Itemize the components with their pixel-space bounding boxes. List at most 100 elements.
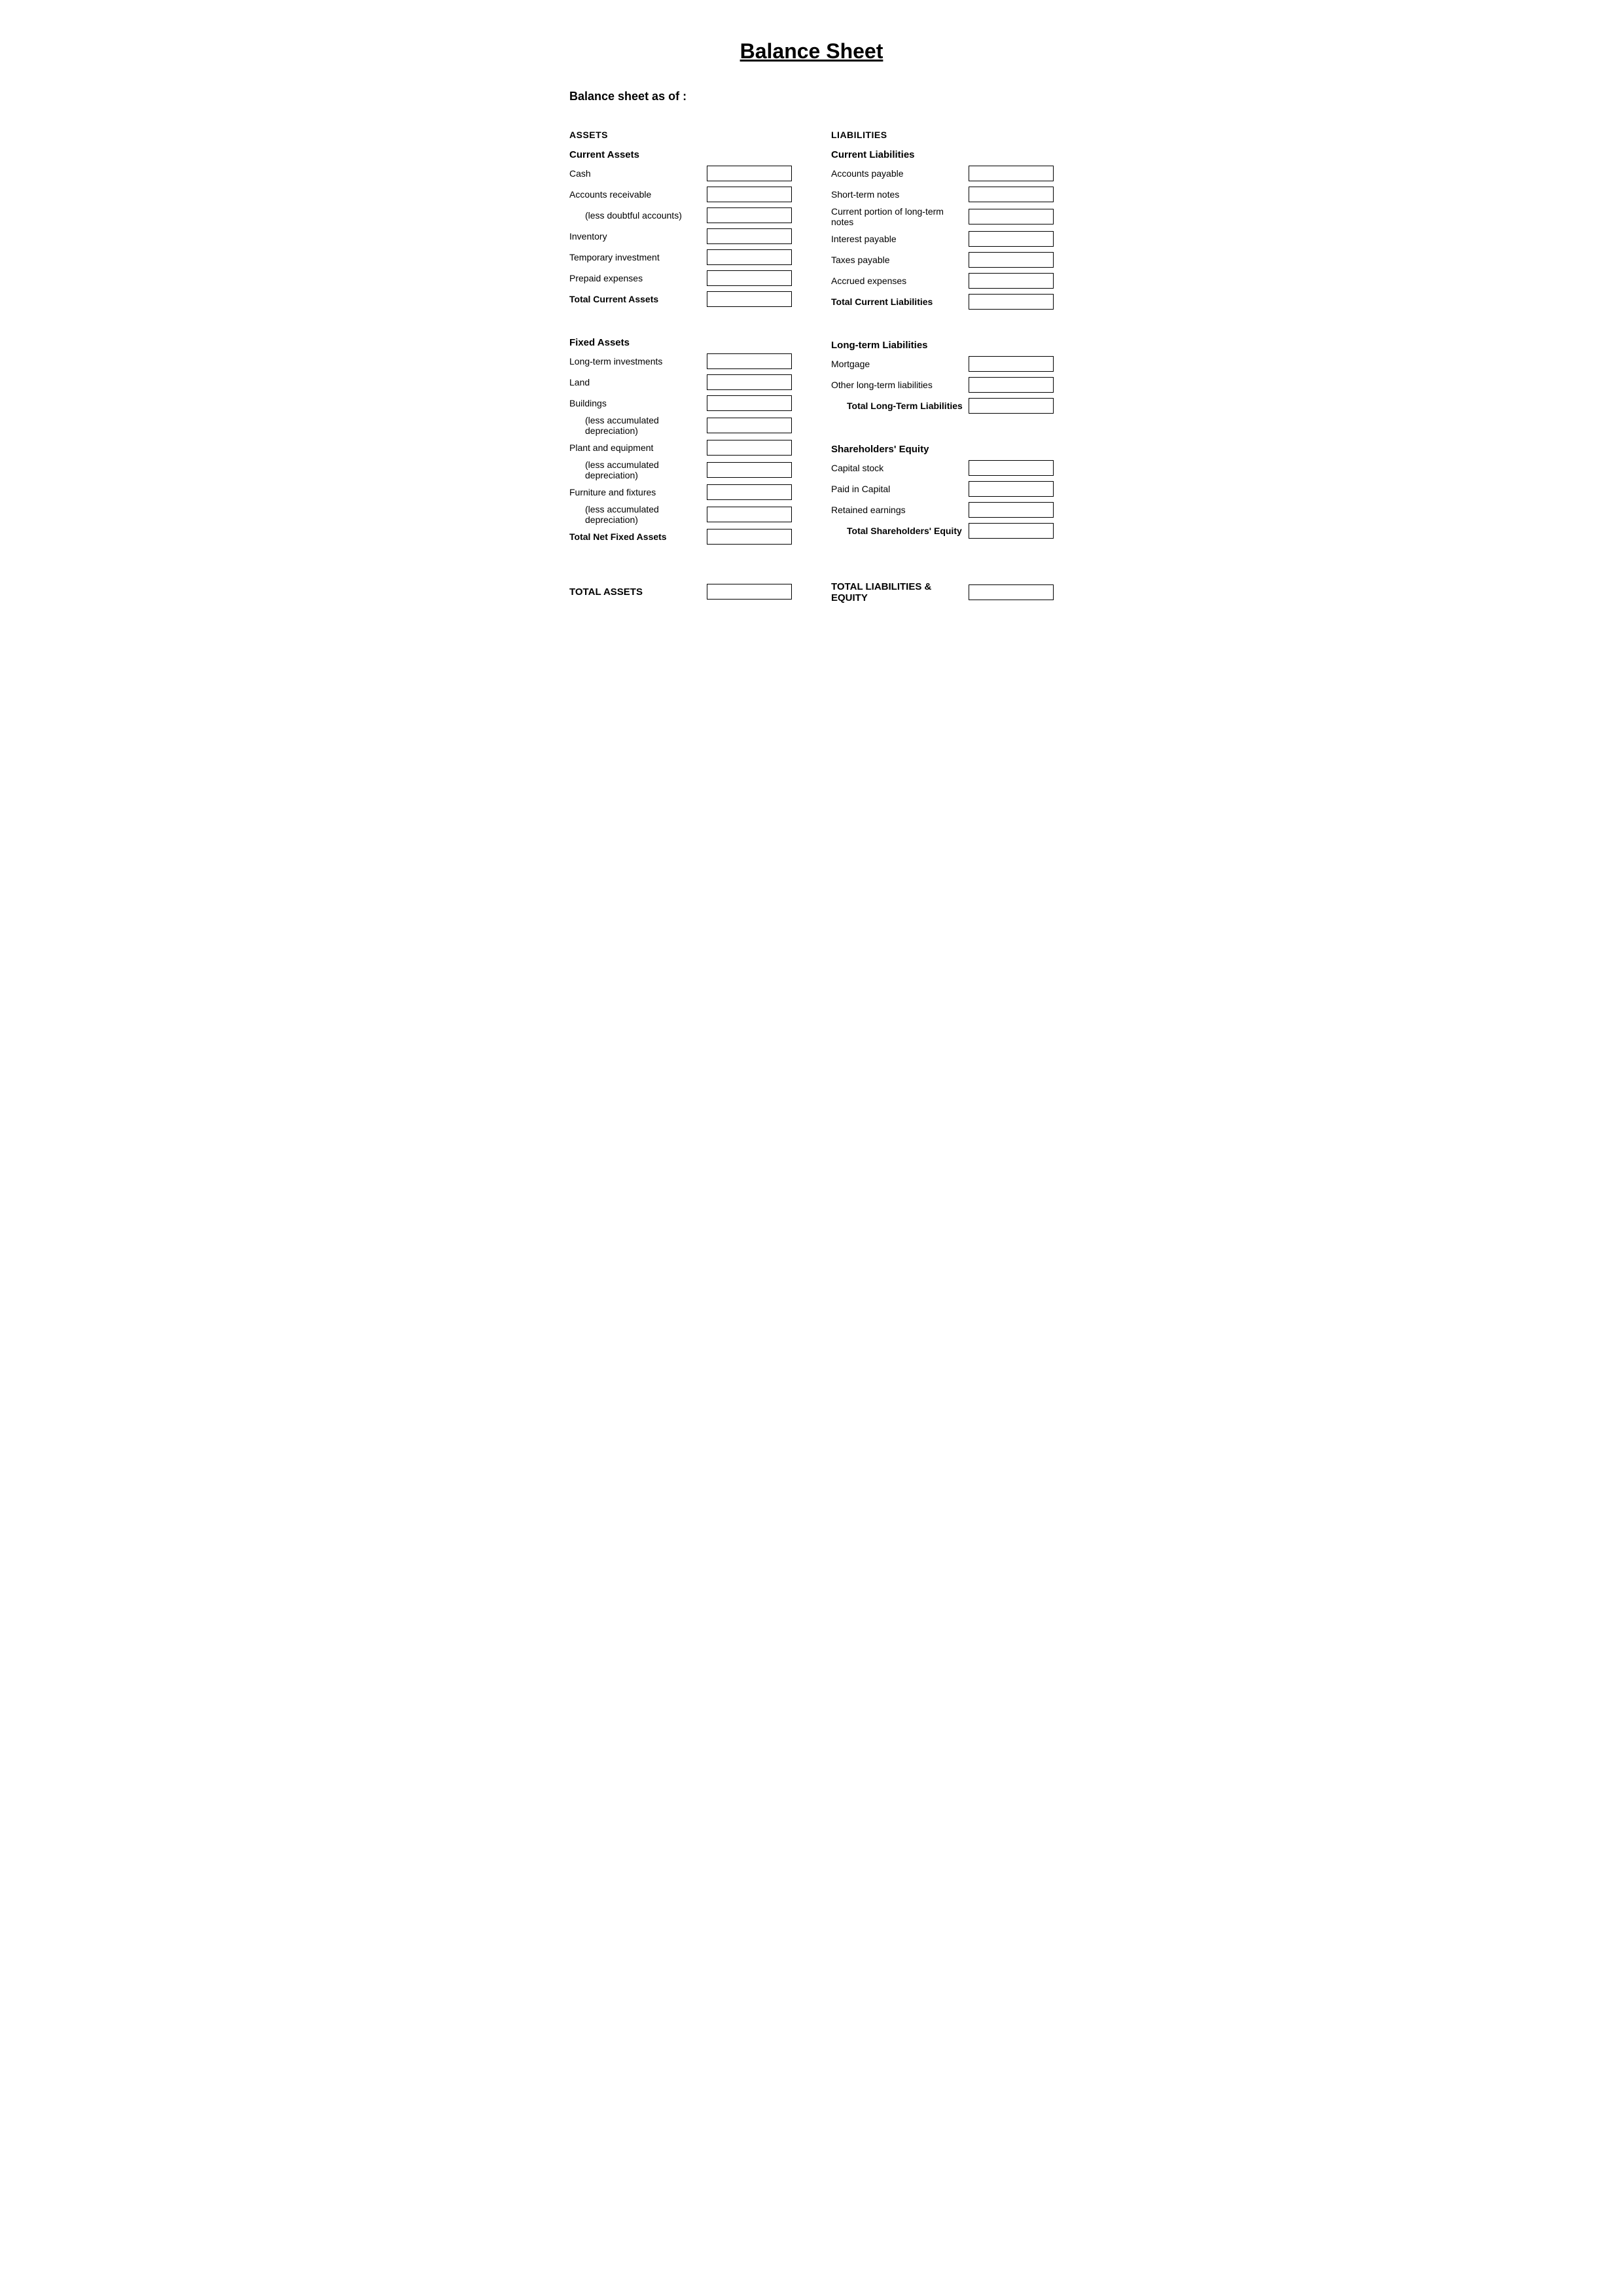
accrued-expenses-input[interactable] xyxy=(969,273,1054,289)
temporary-investment-row: Temporary investment xyxy=(569,248,792,266)
total-assets-section: TOTAL ASSETS xyxy=(569,568,812,603)
less-doubtful-label: (less doubtful accounts) xyxy=(569,210,707,221)
total-shareholders-equity-input[interactable] xyxy=(969,523,1054,539)
total-liabilities-equity-row: TOTAL LIABILITIES & EQUITY xyxy=(831,581,1054,603)
land-row: Land xyxy=(569,373,792,391)
total-shareholders-equity-row: Total Shareholders' Equity xyxy=(831,522,1054,540)
capital-stock-input[interactable] xyxy=(969,460,1054,476)
buildings-label: Buildings xyxy=(569,398,707,408)
current-portion-longterm-input[interactable] xyxy=(969,209,1054,224)
current-portion-longterm-row: Current portion of long-term notes xyxy=(831,206,1054,227)
current-assets-header: Current Assets xyxy=(569,149,792,160)
less-accum-dep-buildings-row: (less accumulated depreciation) xyxy=(569,415,792,436)
inventory-row: Inventory xyxy=(569,227,792,245)
less-accum-dep-buildings-label: (less accumulated depreciation) xyxy=(569,415,707,436)
other-longterm-liabilities-row: Other long-term liabilities xyxy=(831,376,1054,394)
interest-payable-input[interactable] xyxy=(969,231,1054,247)
retained-earnings-row: Retained earnings xyxy=(831,501,1054,519)
inventory-input[interactable] xyxy=(707,228,792,244)
less-accum-dep-buildings-input[interactable] xyxy=(707,418,792,433)
accounts-receivable-label: Accounts receivable xyxy=(569,189,707,200)
plant-equipment-input[interactable] xyxy=(707,440,792,456)
taxes-payable-row: Taxes payable xyxy=(831,251,1054,269)
less-accum-dep-furniture-input[interactable] xyxy=(707,507,792,522)
less-accum-dep-plant-label: (less accumulated depreciation) xyxy=(569,459,707,480)
total-current-liabilities-input[interactable] xyxy=(969,294,1054,310)
total-liabilities-equity-section: TOTAL LIABILITIES & EQUITY xyxy=(812,568,1054,603)
accounts-receivable-input[interactable] xyxy=(707,187,792,202)
inventory-label: Inventory xyxy=(569,231,707,242)
cash-label: Cash xyxy=(569,168,707,179)
subtitle: Balance sheet as of : xyxy=(569,90,1054,103)
buildings-input[interactable] xyxy=(707,395,792,411)
total-liabilities-equity-label: TOTAL LIABILITIES & EQUITY xyxy=(831,581,969,603)
short-term-notes-label: Short-term notes xyxy=(831,189,969,200)
total-current-liabilities-row: Total Current Liabilities xyxy=(831,293,1054,311)
total-net-fixed-assets-input[interactable] xyxy=(707,529,792,545)
other-longterm-liabilities-input[interactable] xyxy=(969,377,1054,393)
total-assets-row: TOTAL ASSETS xyxy=(569,581,792,602)
mortgage-input[interactable] xyxy=(969,356,1054,372)
mortgage-label: Mortgage xyxy=(831,359,969,369)
shareholders-equity-header: Shareholders' Equity xyxy=(831,444,1054,455)
interest-payable-row: Interest payable xyxy=(831,230,1054,248)
less-doubtful-input[interactable] xyxy=(707,207,792,223)
total-assets-input[interactable] xyxy=(707,584,792,600)
longterm-investments-row: Long-term investments xyxy=(569,352,792,370)
capital-stock-label: Capital stock xyxy=(831,463,969,473)
total-shareholders-equity-label: Total Shareholders' Equity xyxy=(831,526,969,536)
total-current-liabilities-label: Total Current Liabilities xyxy=(831,296,969,307)
page-title: Balance Sheet xyxy=(569,39,1054,63)
other-longterm-liabilities-label: Other long-term liabilities xyxy=(831,380,969,390)
paid-in-capital-label: Paid in Capital xyxy=(831,484,969,494)
current-liabilities-header: Current Liabilities xyxy=(831,149,1054,160)
prepaid-expenses-label: Prepaid expenses xyxy=(569,273,707,283)
retained-earnings-input[interactable] xyxy=(969,502,1054,518)
less-accum-dep-plant-input[interactable] xyxy=(707,462,792,478)
temporary-investment-input[interactable] xyxy=(707,249,792,265)
total-assets-label: TOTAL ASSETS xyxy=(569,586,707,598)
retained-earnings-label: Retained earnings xyxy=(831,505,969,515)
accrued-expenses-label: Accrued expenses xyxy=(831,276,969,286)
mortgage-row: Mortgage xyxy=(831,355,1054,373)
accrued-expenses-row: Accrued expenses xyxy=(831,272,1054,290)
temporary-investment-label: Temporary investment xyxy=(569,252,707,262)
taxes-payable-label: Taxes payable xyxy=(831,255,969,265)
land-input[interactable] xyxy=(707,374,792,390)
interest-payable-label: Interest payable xyxy=(831,234,969,244)
current-portion-longterm-label: Current portion of long-term notes xyxy=(831,206,969,227)
paid-in-capital-input[interactable] xyxy=(969,481,1054,497)
cash-input[interactable] xyxy=(707,166,792,181)
longterm-investments-input[interactable] xyxy=(707,353,792,369)
total-liabilities-equity-input[interactable] xyxy=(969,584,1054,600)
total-longterm-liabilities-input[interactable] xyxy=(969,398,1054,414)
total-current-assets-input[interactable] xyxy=(707,291,792,307)
total-current-assets-label: Total Current Assets xyxy=(569,294,707,304)
bottom-totals-section: TOTAL ASSETS TOTAL LIABILITIES & EQUITY xyxy=(569,562,1054,603)
total-longterm-liabilities-row: Total Long-Term Liabilities xyxy=(831,397,1054,415)
less-accum-dep-furniture-row: (less accumulated depreciation) xyxy=(569,504,792,525)
land-label: Land xyxy=(569,377,707,387)
prepaid-expenses-row: Prepaid expenses xyxy=(569,269,792,287)
accounts-receivable-row: Accounts receivable xyxy=(569,185,792,204)
paid-in-capital-row: Paid in Capital xyxy=(831,480,1054,498)
accounts-payable-row: Accounts payable xyxy=(831,164,1054,183)
furniture-fixtures-row: Furniture and fixtures xyxy=(569,483,792,501)
capital-stock-row: Capital stock xyxy=(831,459,1054,477)
longterm-investments-label: Long-term investments xyxy=(569,356,707,367)
assets-header: ASSETS xyxy=(569,130,792,140)
cash-row: Cash xyxy=(569,164,792,183)
prepaid-expenses-input[interactable] xyxy=(707,270,792,286)
short-term-notes-row: Short-term notes xyxy=(831,185,1054,204)
less-accum-dep-plant-row: (less accumulated depreciation) xyxy=(569,459,792,480)
less-doubtful-row: (less doubtful accounts) xyxy=(569,206,792,224)
short-term-notes-input[interactable] xyxy=(969,187,1054,202)
furniture-fixtures-input[interactable] xyxy=(707,484,792,500)
plant-equipment-label: Plant and equipment xyxy=(569,442,707,453)
fixed-assets-header: Fixed Assets xyxy=(569,337,792,348)
less-accum-dep-furniture-label: (less accumulated depreciation) xyxy=(569,504,707,525)
longterm-liabilities-header: Long-term Liabilities xyxy=(831,340,1054,351)
taxes-payable-input[interactable] xyxy=(969,252,1054,268)
accounts-payable-input[interactable] xyxy=(969,166,1054,181)
liabilities-header: LIABILITIES xyxy=(831,130,1054,140)
